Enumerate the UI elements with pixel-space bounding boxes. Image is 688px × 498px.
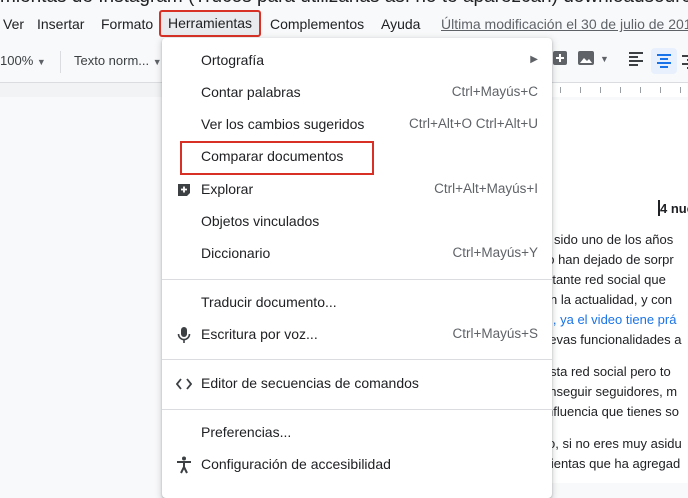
insert-image-icon[interactable] bbox=[577, 50, 595, 69]
explore-plus-icon bbox=[174, 180, 194, 200]
submenu-arrow-icon: ▶ bbox=[530, 54, 538, 65]
ruler-tick bbox=[680, 87, 681, 93]
menu-item-label: Contar palabras bbox=[201, 84, 301, 100]
doc-line: n la actualidad, y con bbox=[550, 292, 673, 307]
style-select[interactable]: Texto norm... ▼ bbox=[74, 53, 162, 68]
menu-item-editor-secuencias[interactable]: Editor de secuencias de comandos bbox=[162, 368, 552, 400]
doc-line: uevas funcionalidades a bbox=[542, 332, 682, 347]
menu-item-explorar[interactable]: Explorar Ctrl+Alt+Mayús+I bbox=[162, 174, 552, 206]
menu-item-label: Preferencias... bbox=[201, 424, 292, 440]
menu-item-objetos-vinculados[interactable]: Objetos vinculados bbox=[162, 206, 552, 238]
menu-item-contar-palabras[interactable]: Contar palabras Ctrl+Mayús+C bbox=[162, 77, 552, 109]
menu-item-label: Escritura por voz... bbox=[201, 326, 318, 342]
doc-line: rtante red social que bbox=[548, 272, 666, 287]
menu-complementos[interactable]: Complementos bbox=[270, 16, 364, 32]
ruler-tick bbox=[620, 87, 621, 93]
align-center-button[interactable] bbox=[651, 48, 677, 74]
ruler-tick bbox=[660, 87, 661, 93]
menu-item-diccionario[interactable]: Diccionario Ctrl+Mayús+Y bbox=[162, 238, 552, 270]
chevron-down-icon: ▼ bbox=[152, 57, 162, 67]
highlight-annotation-box bbox=[180, 141, 374, 175]
menu-item-label: Configuración de accesibilidad bbox=[201, 456, 391, 472]
menu-item-traducir-documento[interactable]: Traducir documento... bbox=[162, 287, 552, 319]
insert-plus-icon[interactable] bbox=[552, 50, 568, 69]
menu-item-label: Ver los cambios sugeridos bbox=[201, 116, 365, 132]
menu-separator bbox=[162, 279, 552, 280]
doc-line: nfluencia que tienes so bbox=[546, 404, 679, 419]
menu-item-escritura-por-voz[interactable]: Escritura por voz... Ctrl+Mayús+S bbox=[162, 319, 552, 351]
doc-line: onseguir seguidores, m bbox=[542, 384, 678, 399]
document-title[interactable]: mientas de Instagram (Trucos para utiliz… bbox=[0, 0, 688, 12]
doc-line-link[interactable]: l, ya el video tiene prá bbox=[550, 312, 676, 327]
menu-item-label: Explorar bbox=[201, 181, 254, 197]
menu-ver[interactable]: Ver bbox=[3, 16, 24, 32]
menu-item-shortcut: Ctrl+Mayús+S bbox=[452, 326, 538, 341]
menu-item-shortcut: Ctrl+Mayús+Y bbox=[452, 245, 538, 260]
document-heading: 4 nue bbox=[658, 200, 688, 216]
menu-item-configuracion-accesibilidad[interactable]: Configuración de accesibilidad bbox=[162, 449, 552, 481]
menu-item-label: Diccionario bbox=[201, 245, 271, 261]
menu-item-label: Traducir documento... bbox=[201, 294, 337, 310]
doc-line: o, si no eres muy asidu bbox=[548, 436, 682, 451]
menu-separator bbox=[162, 359, 552, 360]
menu-bar: Ver Insertar Formato Herramientas Comple… bbox=[0, 10, 688, 40]
menu-item-label: Ortografía bbox=[201, 52, 265, 68]
menu-item-shortcut: Ctrl+Alt+Mayús+I bbox=[434, 181, 538, 196]
ruler-page-area bbox=[540, 83, 688, 97]
menu-insertar[interactable]: Insertar bbox=[37, 16, 84, 32]
toolbar-divider bbox=[60, 51, 61, 73]
tools-menu: Ortografía ▶ Contar palabras Ctrl+Mayús+… bbox=[162, 38, 552, 498]
last-modified-link[interactable]: Última modificación el 30 de julio de 20… bbox=[441, 16, 688, 32]
menu-formato[interactable]: Formato bbox=[101, 16, 153, 32]
menu-item-shortcut: Ctrl+Alt+O Ctrl+Alt+U bbox=[408, 116, 538, 131]
menu-item-label: Editor de secuencias de comandos bbox=[201, 375, 419, 391]
chevron-down-icon[interactable]: ▼ bbox=[600, 54, 609, 64]
ruler-tick bbox=[600, 87, 601, 93]
chevron-down-icon: ▼ bbox=[36, 57, 46, 67]
accessibility-icon bbox=[174, 455, 194, 475]
zoom-select[interactable]: 100% ▼ bbox=[0, 53, 46, 68]
doc-line: mientas que ha agregad bbox=[540, 456, 681, 471]
align-center-icon bbox=[657, 54, 671, 68]
menu-separator bbox=[162, 409, 552, 410]
document-page[interactable]: 4 nue sido uno de los años no han dejado… bbox=[540, 100, 688, 483]
code-brackets-icon bbox=[174, 374, 194, 394]
align-left-icon[interactable] bbox=[628, 52, 644, 69]
menu-ayuda[interactable]: Ayuda bbox=[381, 16, 420, 32]
menu-item-preferencias[interactable]: Preferencias... bbox=[162, 417, 552, 449]
microphone-icon bbox=[174, 325, 194, 345]
menu-item-shortcut: Ctrl+Mayús+C bbox=[451, 84, 538, 99]
doc-line: sido uno de los años bbox=[554, 232, 674, 247]
ruler-tick bbox=[580, 87, 581, 93]
align-right-icon[interactable] bbox=[681, 55, 688, 73]
style-value: Texto norm... bbox=[74, 53, 150, 68]
doc-line: no han dejado de sorpr bbox=[540, 252, 674, 267]
ruler-tick bbox=[640, 87, 641, 93]
menu-herramientas[interactable]: Herramientas bbox=[159, 10, 262, 37]
ruler-tick bbox=[560, 87, 561, 93]
menu-item-ver-cambios-sugeridos[interactable]: Ver los cambios sugeridos Ctrl+Alt+O Ctr… bbox=[162, 109, 552, 141]
menu-item-label: Objetos vinculados bbox=[201, 213, 320, 229]
doc-line: sta red social pero to bbox=[550, 364, 671, 379]
menu-item-ortografia[interactable]: Ortografía ▶ bbox=[162, 45, 552, 77]
zoom-value: 100% bbox=[0, 53, 34, 68]
